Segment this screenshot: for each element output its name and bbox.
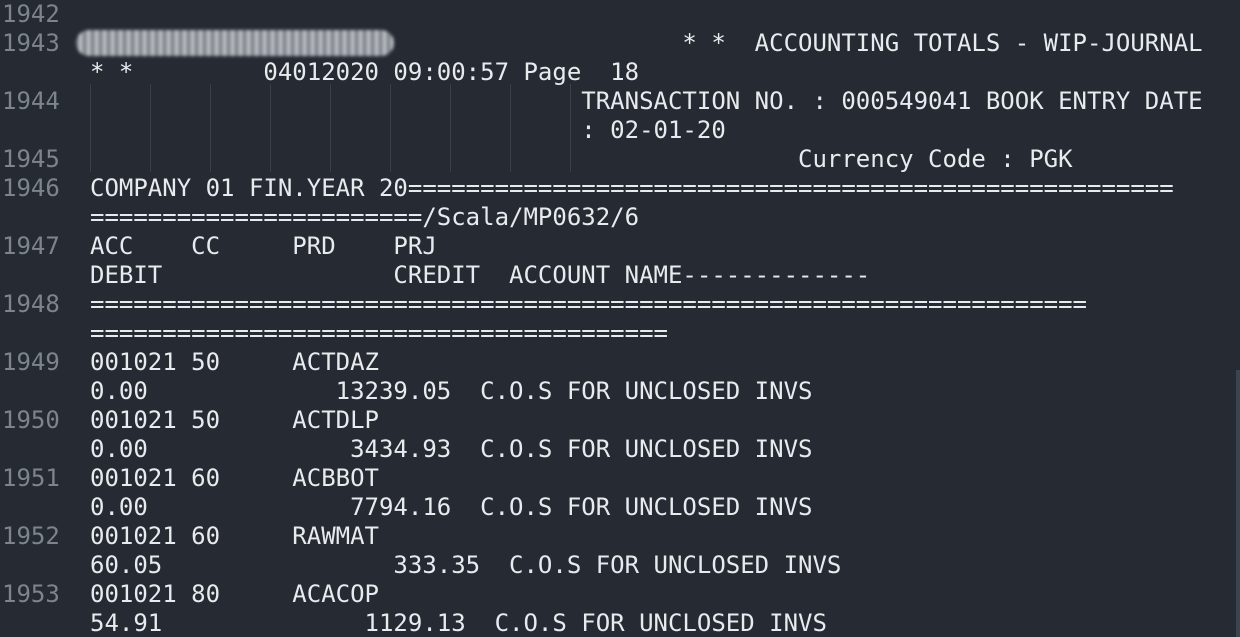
line-number: 1944	[2, 87, 60, 115]
vertical-scrollbar[interactable]	[1236, 370, 1240, 637]
line-number: 1948	[2, 290, 60, 318]
line-number: 1942	[2, 0, 60, 28]
entry-line[interactable]: 0.00 13239.05 C.O.S FOR UNCLOSED INVS	[90, 377, 1240, 406]
entry-line[interactable]: 001021 60 ACBBOT	[90, 464, 1240, 493]
line-number: 1950	[2, 406, 60, 434]
line-number: 1945	[2, 145, 60, 173]
line-number: 1949	[2, 348, 60, 376]
line-number: 1947	[2, 232, 60, 260]
currency-line[interactable]: Currency Code : PGK	[90, 145, 1240, 174]
line-number: 1943	[2, 29, 60, 57]
line-number: 1953	[2, 580, 60, 608]
entry-line[interactable]: 001021 50 ACTDLP	[90, 406, 1240, 435]
entry-line[interactable]: 001021 50 ACTDAZ	[90, 348, 1240, 377]
entry-line[interactable]: 0.00 3434.93 C.O.S FOR UNCLOSED INVS	[90, 435, 1240, 464]
entry-line[interactable]: 001021 80 ACACOP	[90, 580, 1240, 609]
transaction-line[interactable]: : 02-01-20	[90, 116, 1240, 145]
company-line[interactable]: =======================/Scala/MP0632/6	[90, 203, 1240, 232]
separator-line[interactable]: ========================================…	[90, 290, 1240, 319]
line-number: 1946	[2, 174, 60, 202]
entry-line[interactable]: 54.91 1129.13 C.O.S FOR UNCLOSED INVS	[90, 609, 1240, 637]
separator-line[interactable]: ========================================	[90, 319, 1240, 348]
column-header-line[interactable]: ACC CC PRD PRJ	[90, 232, 1240, 261]
company-line[interactable]: COMPANY 01 FIN.YEAR 20==================…	[90, 174, 1240, 203]
entry-line[interactable]: 60.05 333.35 C.O.S FOR UNCLOSED INVS	[90, 551, 1240, 580]
text-editor[interactable]: 1942 1943 1944 1945 1946 1947 1948 1949 …	[0, 0, 1240, 637]
column-header-line[interactable]: DEBIT CREDIT ACCOUNT NAME-------------	[90, 261, 1240, 290]
line-number: 1951	[2, 464, 60, 492]
line-number: 1952	[2, 522, 60, 550]
report-title-line[interactable]: * * ACCOUNTING TOTALS - WIP-JOURNAL	[90, 29, 1240, 58]
transaction-line[interactable]: TRANSACTION NO. : 000549041 BOOK ENTRY D…	[90, 87, 1240, 116]
report-date-line[interactable]: * * 04012020 09:00:57 Page 18	[90, 58, 1240, 87]
entry-line[interactable]: 001021 60 RAWMAT	[90, 522, 1240, 551]
text-line[interactable]	[90, 0, 1240, 29]
entry-line[interactable]: 0.00 7794.16 C.O.S FOR UNCLOSED INVS	[90, 493, 1240, 522]
